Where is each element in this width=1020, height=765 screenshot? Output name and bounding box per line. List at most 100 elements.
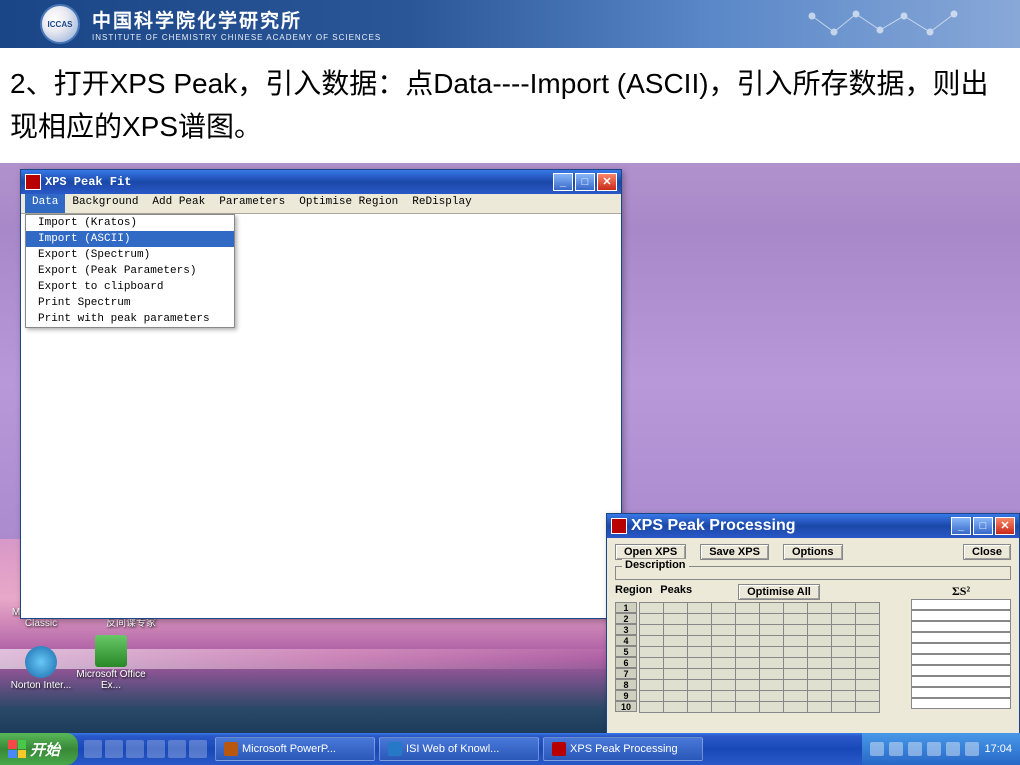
menu-redisplay[interactable]: ReDisplay [405,194,478,213]
peaks-cell[interactable] [688,668,712,679]
peaks-cell[interactable] [736,690,760,701]
peaks-cell[interactable] [712,602,736,613]
peaks-cell[interactable] [784,668,808,679]
peaks-cell[interactable] [712,701,736,712]
tray-icon[interactable] [870,742,884,756]
peaks-cell[interactable] [808,646,832,657]
peaks-cell[interactable] [832,690,856,701]
tray-icon[interactable] [946,742,960,756]
region-row-number[interactable]: 8 [615,679,637,690]
peaks-cell[interactable] [664,690,688,701]
close-button[interactable]: ✕ [995,517,1015,535]
peaks-cell[interactable] [760,602,784,613]
peaks-cell[interactable] [640,668,664,679]
maximize-button[interactable]: □ [973,517,993,535]
peaks-cell[interactable] [664,613,688,624]
peaks-cell[interactable] [832,701,856,712]
peaks-cell[interactable] [640,690,664,701]
peaks-cell[interactable] [688,690,712,701]
peaks-cell[interactable] [760,624,784,635]
menu-optimise-region[interactable]: Optimise Region [292,194,405,213]
peaks-cell[interactable] [664,668,688,679]
peaks-cell[interactable] [664,646,688,657]
peaks-cell[interactable] [712,613,736,624]
peaks-grid[interactable] [639,602,880,713]
peaks-cell[interactable] [712,646,736,657]
peaks-cell[interactable] [760,701,784,712]
peaks-cell[interactable] [760,646,784,657]
peaks-cell[interactable] [640,646,664,657]
peaks-cell[interactable] [736,668,760,679]
peaks-cell[interactable] [856,624,880,635]
peaks-cell[interactable] [856,646,880,657]
peaks-cell[interactable] [736,624,760,635]
peaks-cell[interactable] [664,635,688,646]
peaks-cell[interactable] [856,635,880,646]
peaks-cell[interactable] [736,701,760,712]
peaks-cell[interactable] [784,646,808,657]
peaks-cell[interactable] [856,657,880,668]
close-panel-button[interactable]: Close [963,544,1011,560]
peaks-cell[interactable] [712,624,736,635]
peaks-cell[interactable] [784,657,808,668]
quick-launch-icon[interactable] [126,740,144,758]
desktop-icon-norton[interactable]: Norton Inter... [6,646,76,691]
peaks-cell[interactable] [640,613,664,624]
peaks-cell[interactable] [808,624,832,635]
close-button[interactable]: ✕ [597,173,617,191]
peaks-cell[interactable] [832,613,856,624]
peaks-cell[interactable] [760,635,784,646]
peaks-cell[interactable] [712,679,736,690]
peaks-cell[interactable] [640,635,664,646]
menu-item-import-kratos[interactable]: Import (Kratos) [26,215,234,231]
peaks-cell[interactable] [760,657,784,668]
menu-data[interactable]: Data [25,194,65,213]
optimise-all-button[interactable]: Optimise All [738,584,820,600]
peaks-cell[interactable] [712,690,736,701]
peaks-cell[interactable] [832,602,856,613]
tray-icon[interactable] [927,742,941,756]
peaks-cell[interactable] [736,679,760,690]
region-row-number[interactable]: 4 [615,635,637,646]
peaks-cell[interactable] [832,635,856,646]
peaks-cell[interactable] [784,690,808,701]
peaks-cell[interactable] [832,679,856,690]
titlebar[interactable]: XPS Peak Fit _ □ ✕ [21,170,621,194]
peaks-cell[interactable] [760,668,784,679]
peaks-cell[interactable] [760,679,784,690]
peaks-cell[interactable] [832,668,856,679]
menu-add-peak[interactable]: Add Peak [145,194,212,213]
menu-item-export-clipboard[interactable]: Export to clipboard [26,279,234,295]
peaks-cell[interactable] [856,690,880,701]
quick-launch-icon[interactable] [105,740,123,758]
peaks-cell[interactable] [808,690,832,701]
save-xps-button[interactable]: Save XPS [700,544,769,560]
peaks-cell[interactable] [664,602,688,613]
peaks-cell[interactable] [688,646,712,657]
peaks-cell[interactable] [856,613,880,624]
peaks-cell[interactable] [688,701,712,712]
peaks-cell[interactable] [640,701,664,712]
peaks-cell[interactable] [736,602,760,613]
peaks-cell[interactable] [808,602,832,613]
titlebar[interactable]: XPS Peak Processing _ □ ✕ [607,514,1019,538]
region-row-number[interactable]: 10 [615,701,637,712]
menu-item-export-peak-parameters[interactable]: Export (Peak Parameters) [26,263,234,279]
region-row-number[interactable]: 5 [615,646,637,657]
region-row-number[interactable]: 7 [615,668,637,679]
menu-parameters[interactable]: Parameters [212,194,292,213]
minimize-button[interactable]: _ [951,517,971,535]
options-button[interactable]: Options [783,544,843,560]
region-row-number[interactable]: 9 [615,690,637,701]
peaks-cell[interactable] [784,624,808,635]
quick-launch-icon[interactable] [147,740,165,758]
peaks-cell[interactable] [832,657,856,668]
peaks-cell[interactable] [640,624,664,635]
tray-icon[interactable] [965,742,979,756]
peaks-cell[interactable] [784,613,808,624]
peaks-cell[interactable] [808,613,832,624]
start-button[interactable]: 开始 [0,733,78,765]
taskbar-clock[interactable]: 17:04 [984,743,1012,755]
peaks-cell[interactable] [688,624,712,635]
menu-item-import-ascii[interactable]: Import (ASCII) [26,231,234,247]
